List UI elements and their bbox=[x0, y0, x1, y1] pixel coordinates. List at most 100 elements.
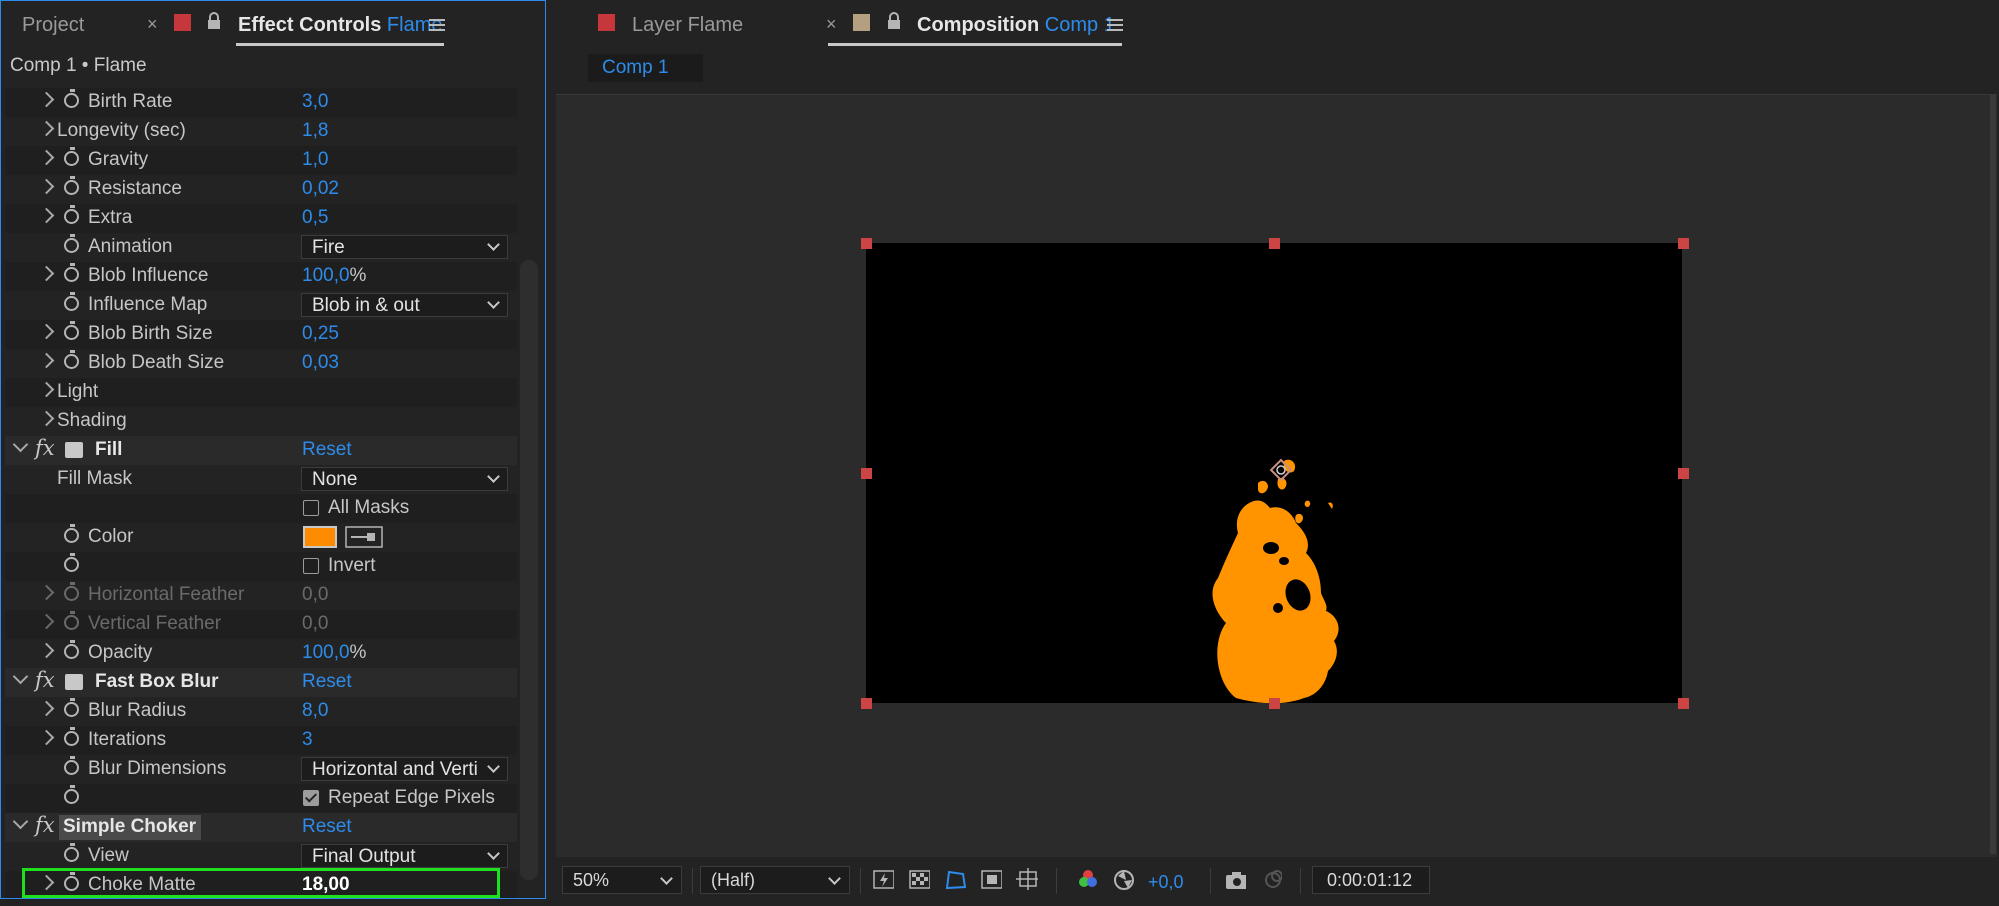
reset-button[interactable]: Reset bbox=[302, 816, 352, 838]
property-row-all-masks[interactable]: All Masks bbox=[5, 494, 517, 523]
close-icon[interactable]: × bbox=[826, 14, 837, 35]
stopwatch-icon[interactable] bbox=[64, 785, 79, 804]
comp-navigator-tab[interactable]: Comp 1 bbox=[588, 54, 703, 82]
property-row-influence-map[interactable]: Influence Map Blob in & out bbox=[5, 291, 517, 320]
stopwatch-icon[interactable] bbox=[64, 292, 79, 311]
tab-project[interactable]: Project bbox=[22, 14, 84, 37]
close-icon[interactable]: × bbox=[147, 14, 158, 35]
property-row-extra[interactable]: Extra 0,5 bbox=[5, 204, 517, 233]
property-row-repeat-edge-pixels[interactable]: Repeat Edge Pixels bbox=[5, 784, 517, 813]
property-row-view[interactable]: View Final Output bbox=[5, 842, 517, 871]
animation-dropdown[interactable]: Fire bbox=[301, 235, 508, 259]
property-value[interactable]: 100,0% bbox=[302, 265, 366, 287]
stopwatch-icon[interactable] bbox=[64, 698, 79, 717]
chevron-right-icon[interactable] bbox=[38, 265, 55, 282]
property-value[interactable]: 0,5 bbox=[302, 207, 328, 229]
reset-exposure-icon[interactable] bbox=[1112, 868, 1134, 890]
lock-icon[interactable] bbox=[886, 11, 902, 31]
exposure-value[interactable]: +0,0 bbox=[1148, 872, 1184, 893]
property-value[interactable]: 0,25 bbox=[302, 323, 339, 345]
tab-effect-controls[interactable]: Effect Controls Flame bbox=[238, 14, 442, 37]
chevron-down-icon[interactable] bbox=[12, 668, 29, 685]
eyedropper-icon[interactable] bbox=[345, 526, 383, 548]
chevron-right-icon[interactable] bbox=[38, 700, 55, 717]
chevron-right-icon[interactable] bbox=[38, 584, 55, 601]
property-row-invert[interactable]: Invert bbox=[5, 552, 517, 581]
show-snapshot-icon[interactable] bbox=[1260, 868, 1282, 890]
tab-composition[interactable]: Composition Comp 1 bbox=[917, 14, 1115, 37]
transform-handle[interactable] bbox=[1678, 238, 1689, 249]
fill-mask-dropdown[interactable]: None bbox=[301, 467, 508, 491]
stopwatch-icon[interactable] bbox=[64, 234, 79, 253]
property-row-birth-rate[interactable]: Birth Rate 3,0 bbox=[5, 88, 517, 117]
snapshot-camera-icon[interactable] bbox=[1224, 868, 1246, 890]
property-row-longevity[interactable]: Longevity (sec) 1,8 bbox=[5, 117, 517, 146]
property-group-shading[interactable]: Shading bbox=[5, 407, 517, 436]
chevron-down-icon[interactable] bbox=[12, 813, 29, 830]
property-value[interactable]: 0,03 bbox=[302, 352, 339, 374]
transform-handle[interactable] bbox=[861, 468, 872, 479]
property-value[interactable]: 3,0 bbox=[302, 91, 328, 113]
transform-handle[interactable] bbox=[861, 698, 872, 709]
lock-icon[interactable] bbox=[206, 11, 222, 31]
chevron-right-icon[interactable] bbox=[38, 91, 55, 108]
zoom-dropdown[interactable]: 50% bbox=[562, 866, 682, 894]
chevron-right-icon[interactable] bbox=[38, 729, 55, 746]
chevron-right-icon[interactable] bbox=[38, 207, 55, 224]
transform-handle[interactable] bbox=[861, 238, 872, 249]
stopwatch-icon[interactable] bbox=[64, 756, 79, 775]
influence-map-dropdown[interactable]: Blob in & out bbox=[301, 293, 508, 317]
property-row-blur-radius[interactable]: Blur Radius 8,0 bbox=[5, 697, 517, 726]
effect-header-fast-box-blur[interactable]: fx Fast Box Blur Reset bbox=[5, 668, 517, 697]
chevron-right-icon[interactable] bbox=[38, 381, 55, 398]
chevron-right-icon[interactable] bbox=[38, 352, 55, 369]
transform-handle[interactable] bbox=[1678, 698, 1689, 709]
fx-icon[interactable]: fx bbox=[35, 436, 55, 460]
grid-guides-icon[interactable] bbox=[1016, 868, 1038, 890]
stopwatch-icon[interactable] bbox=[64, 727, 79, 746]
stopwatch-icon[interactable] bbox=[64, 350, 79, 369]
fx-icon[interactable]: fx bbox=[35, 668, 55, 692]
property-row-color[interactable]: Color bbox=[5, 523, 517, 552]
transform-handle[interactable] bbox=[1678, 468, 1689, 479]
property-row-blob-birth-size[interactable]: Blob Birth Size 0,25 bbox=[5, 320, 517, 349]
stopwatch-icon[interactable] bbox=[64, 176, 79, 195]
scrollbar[interactable] bbox=[520, 260, 538, 880]
stopwatch-icon[interactable] bbox=[64, 640, 79, 659]
property-row-vertical-feather[interactable]: Vertical Feather 0,0 bbox=[5, 610, 517, 639]
property-row-resistance[interactable]: Resistance 0,02 bbox=[5, 175, 517, 204]
property-group-light[interactable]: Light bbox=[5, 378, 517, 407]
property-row-iterations[interactable]: Iterations 3 bbox=[5, 726, 517, 755]
stopwatch-icon[interactable] bbox=[64, 321, 79, 340]
color-swatch[interactable] bbox=[303, 526, 337, 548]
stopwatch-icon[interactable] bbox=[64, 524, 79, 543]
tab-layer-flame[interactable]: Layer Flame bbox=[632, 14, 743, 37]
effect-header-simple-choker[interactable]: fx Simple Choker Reset bbox=[5, 813, 517, 842]
property-value[interactable]: 8,0 bbox=[302, 700, 328, 722]
property-row-blob-death-size[interactable]: Blob Death Size 0,03 bbox=[5, 349, 517, 378]
property-value[interactable]: 3 bbox=[302, 729, 313, 751]
invert-checkbox[interactable] bbox=[303, 558, 319, 574]
resolution-dropdown[interactable]: (Half) bbox=[700, 866, 850, 894]
transform-handle[interactable] bbox=[1269, 238, 1280, 249]
property-row-animation[interactable]: Animation Fire bbox=[5, 233, 517, 262]
transform-handle[interactable] bbox=[1269, 698, 1280, 709]
panel-menu-icon[interactable] bbox=[429, 19, 445, 32]
property-value[interactable]: 100,0% bbox=[302, 642, 366, 664]
chevron-right-icon[interactable] bbox=[38, 613, 55, 630]
mask-visibility-icon[interactable] bbox=[944, 868, 966, 890]
all-masks-checkbox[interactable] bbox=[303, 500, 319, 516]
property-value[interactable]: 0,02 bbox=[302, 178, 339, 200]
fast-previews-icon[interactable] bbox=[872, 868, 894, 890]
stopwatch-icon[interactable] bbox=[64, 263, 79, 282]
effect-header-fill[interactable]: fx Fill Reset bbox=[5, 436, 517, 465]
view-dropdown[interactable]: Final Output bbox=[301, 844, 508, 868]
chevron-right-icon[interactable] bbox=[38, 323, 55, 340]
chevron-right-icon[interactable] bbox=[38, 410, 55, 427]
chevron-down-icon[interactable] bbox=[12, 436, 29, 453]
reset-button[interactable]: Reset bbox=[302, 439, 352, 461]
property-row-opacity[interactable]: Opacity 100,0% bbox=[5, 639, 517, 668]
flame-layer[interactable] bbox=[866, 243, 1682, 703]
transparency-grid-icon[interactable] bbox=[908, 868, 930, 890]
property-row-blob-influence[interactable]: Blob Influence 100,0% bbox=[5, 262, 517, 291]
